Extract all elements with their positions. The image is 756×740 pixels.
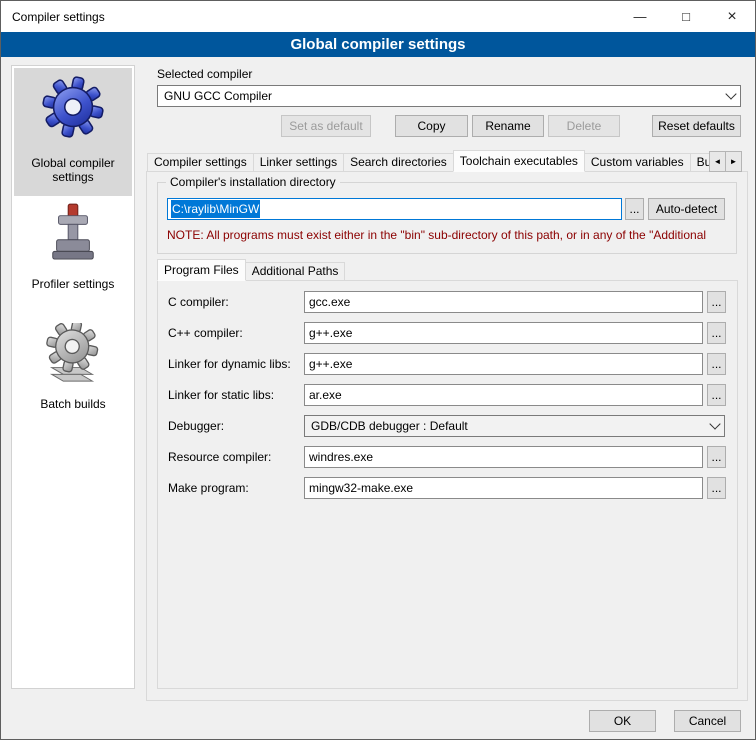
reset-defaults-button[interactable]: Reset defaults [652,115,741,137]
field-row-dynamic-linker: Linker for dynamic libs: ... [158,353,737,375]
gear-blue-icon [40,74,106,140]
sidebar-item-profiler-settings[interactable]: Profiler settings [14,199,132,311]
set-as-default-button[interactable]: Set as default [281,115,371,137]
field-row-static-linker: Linker for static libs: ... [158,384,737,406]
make-program-input[interactable] [304,477,703,499]
resource-compiler-label: Resource compiler: [168,446,271,468]
tab-custom-variables[interactable]: Custom variables [584,153,691,172]
ok-button[interactable]: OK [589,710,656,732]
compiler-settings-dialog: Compiler settings — □ × Global compiler … [0,0,756,740]
titlebar: Compiler settings — □ × [1,1,755,32]
tab-compiler-settings[interactable]: Compiler settings [147,153,254,172]
window-controls: — □ × [617,1,755,32]
cpp-compiler-label: C++ compiler: [168,322,243,344]
browse-button[interactable]: ... [707,384,726,406]
sidebar-item-label: Batch builds [19,397,127,411]
browse-button[interactable]: ... [707,353,726,375]
profiler-tool-icon [40,201,106,267]
subtab-program-files[interactable]: Program Files [157,259,246,281]
field-row-make-program: Make program: ... [158,477,737,499]
sidebar-item-global-compiler-settings[interactable]: Global compiler settings [14,68,132,196]
field-row-cpp-compiler: C++ compiler: ... [158,322,737,344]
install-dir-note: NOTE: All programs must exist either in … [167,228,733,242]
tab-scroll-right-icon[interactable]: ► [725,151,742,172]
close-button[interactable]: × [709,1,755,32]
sidebar-item-label: Profiler settings [19,277,127,291]
auto-detect-button[interactable]: Auto-detect [648,198,725,220]
make-program-label: Make program: [168,477,249,499]
field-row-resource-compiler: Resource compiler: ... [158,446,737,468]
debugger-select[interactable]: GDB/CDB debugger : Default [304,415,725,437]
rename-button[interactable]: Rename [472,115,544,137]
install-dir-groupbox: Compiler's installation directory C:\ray… [157,182,737,254]
delete-button[interactable]: Delete [548,115,620,137]
dynamic-linker-input[interactable] [304,353,703,375]
debugger-select-value: GDB/CDB debugger : Default [311,419,468,433]
page-title: Global compiler settings [1,32,755,57]
settings-tabstrip: Compiler settings Linker settings Search… [147,150,709,172]
field-row-c-compiler: C compiler: ... [158,291,737,313]
sidebar-item-label: Global compiler settings [19,156,127,184]
sidebar-item-batch-builds[interactable]: Batch builds [14,319,132,431]
toolchain-panel: Compiler's installation directory C:\ray… [146,171,748,701]
executables-subtabs: Program Files Additional Paths [157,259,344,281]
window-title: Compiler settings [1,10,105,24]
tab-build-options[interactable]: Buil [690,153,709,172]
cancel-button[interactable]: Cancel [674,710,741,732]
selected-compiler-label: Selected compiler [157,67,252,81]
install-dir-browse-button[interactable]: ... [625,198,644,220]
install-dir-selected-text: C:\raylib\MinGW [171,200,260,218]
cpp-compiler-input[interactable] [304,322,703,344]
field-row-debugger: Debugger: GDB/CDB debugger : Default [158,415,737,437]
chevron-down-icon [721,86,740,106]
tab-linker-settings[interactable]: Linker settings [253,153,344,172]
browse-button[interactable]: ... [707,477,726,499]
maximize-button[interactable]: □ [663,1,709,32]
static-linker-label: Linker for static libs: [168,384,274,406]
tab-search-directories[interactable]: Search directories [343,153,454,172]
install-dir-input[interactable]: C:\raylib\MinGW [167,198,622,220]
gear-gray-icon [40,321,106,387]
copy-button[interactable]: Copy [395,115,468,137]
browse-button[interactable]: ... [707,291,726,313]
install-dir-group-title: Compiler's installation directory [166,175,340,189]
c-compiler-input[interactable] [304,291,703,313]
subtab-additional-paths[interactable]: Additional Paths [245,262,346,281]
c-compiler-label: C compiler: [168,291,229,313]
tab-toolchain-executables[interactable]: Toolchain executables [453,150,585,172]
browse-button[interactable]: ... [707,446,726,468]
dynamic-linker-label: Linker for dynamic libs: [168,353,291,375]
tab-scroll-left-icon[interactable]: ◄ [709,151,726,172]
compiler-select-value: GNU GCC Compiler [164,89,272,103]
static-linker-input[interactable] [304,384,703,406]
settings-sidebar: Global compiler settings Profiler settin… [11,65,135,689]
compiler-select[interactable]: GNU GCC Compiler [157,85,741,107]
debugger-label: Debugger: [168,415,224,437]
chevron-down-icon [705,416,724,436]
resource-compiler-input[interactable] [304,446,703,468]
minimize-button[interactable]: — [617,1,663,32]
program-files-panel: C compiler: ... C++ compiler: ... Linker… [157,280,738,689]
browse-button[interactable]: ... [707,322,726,344]
